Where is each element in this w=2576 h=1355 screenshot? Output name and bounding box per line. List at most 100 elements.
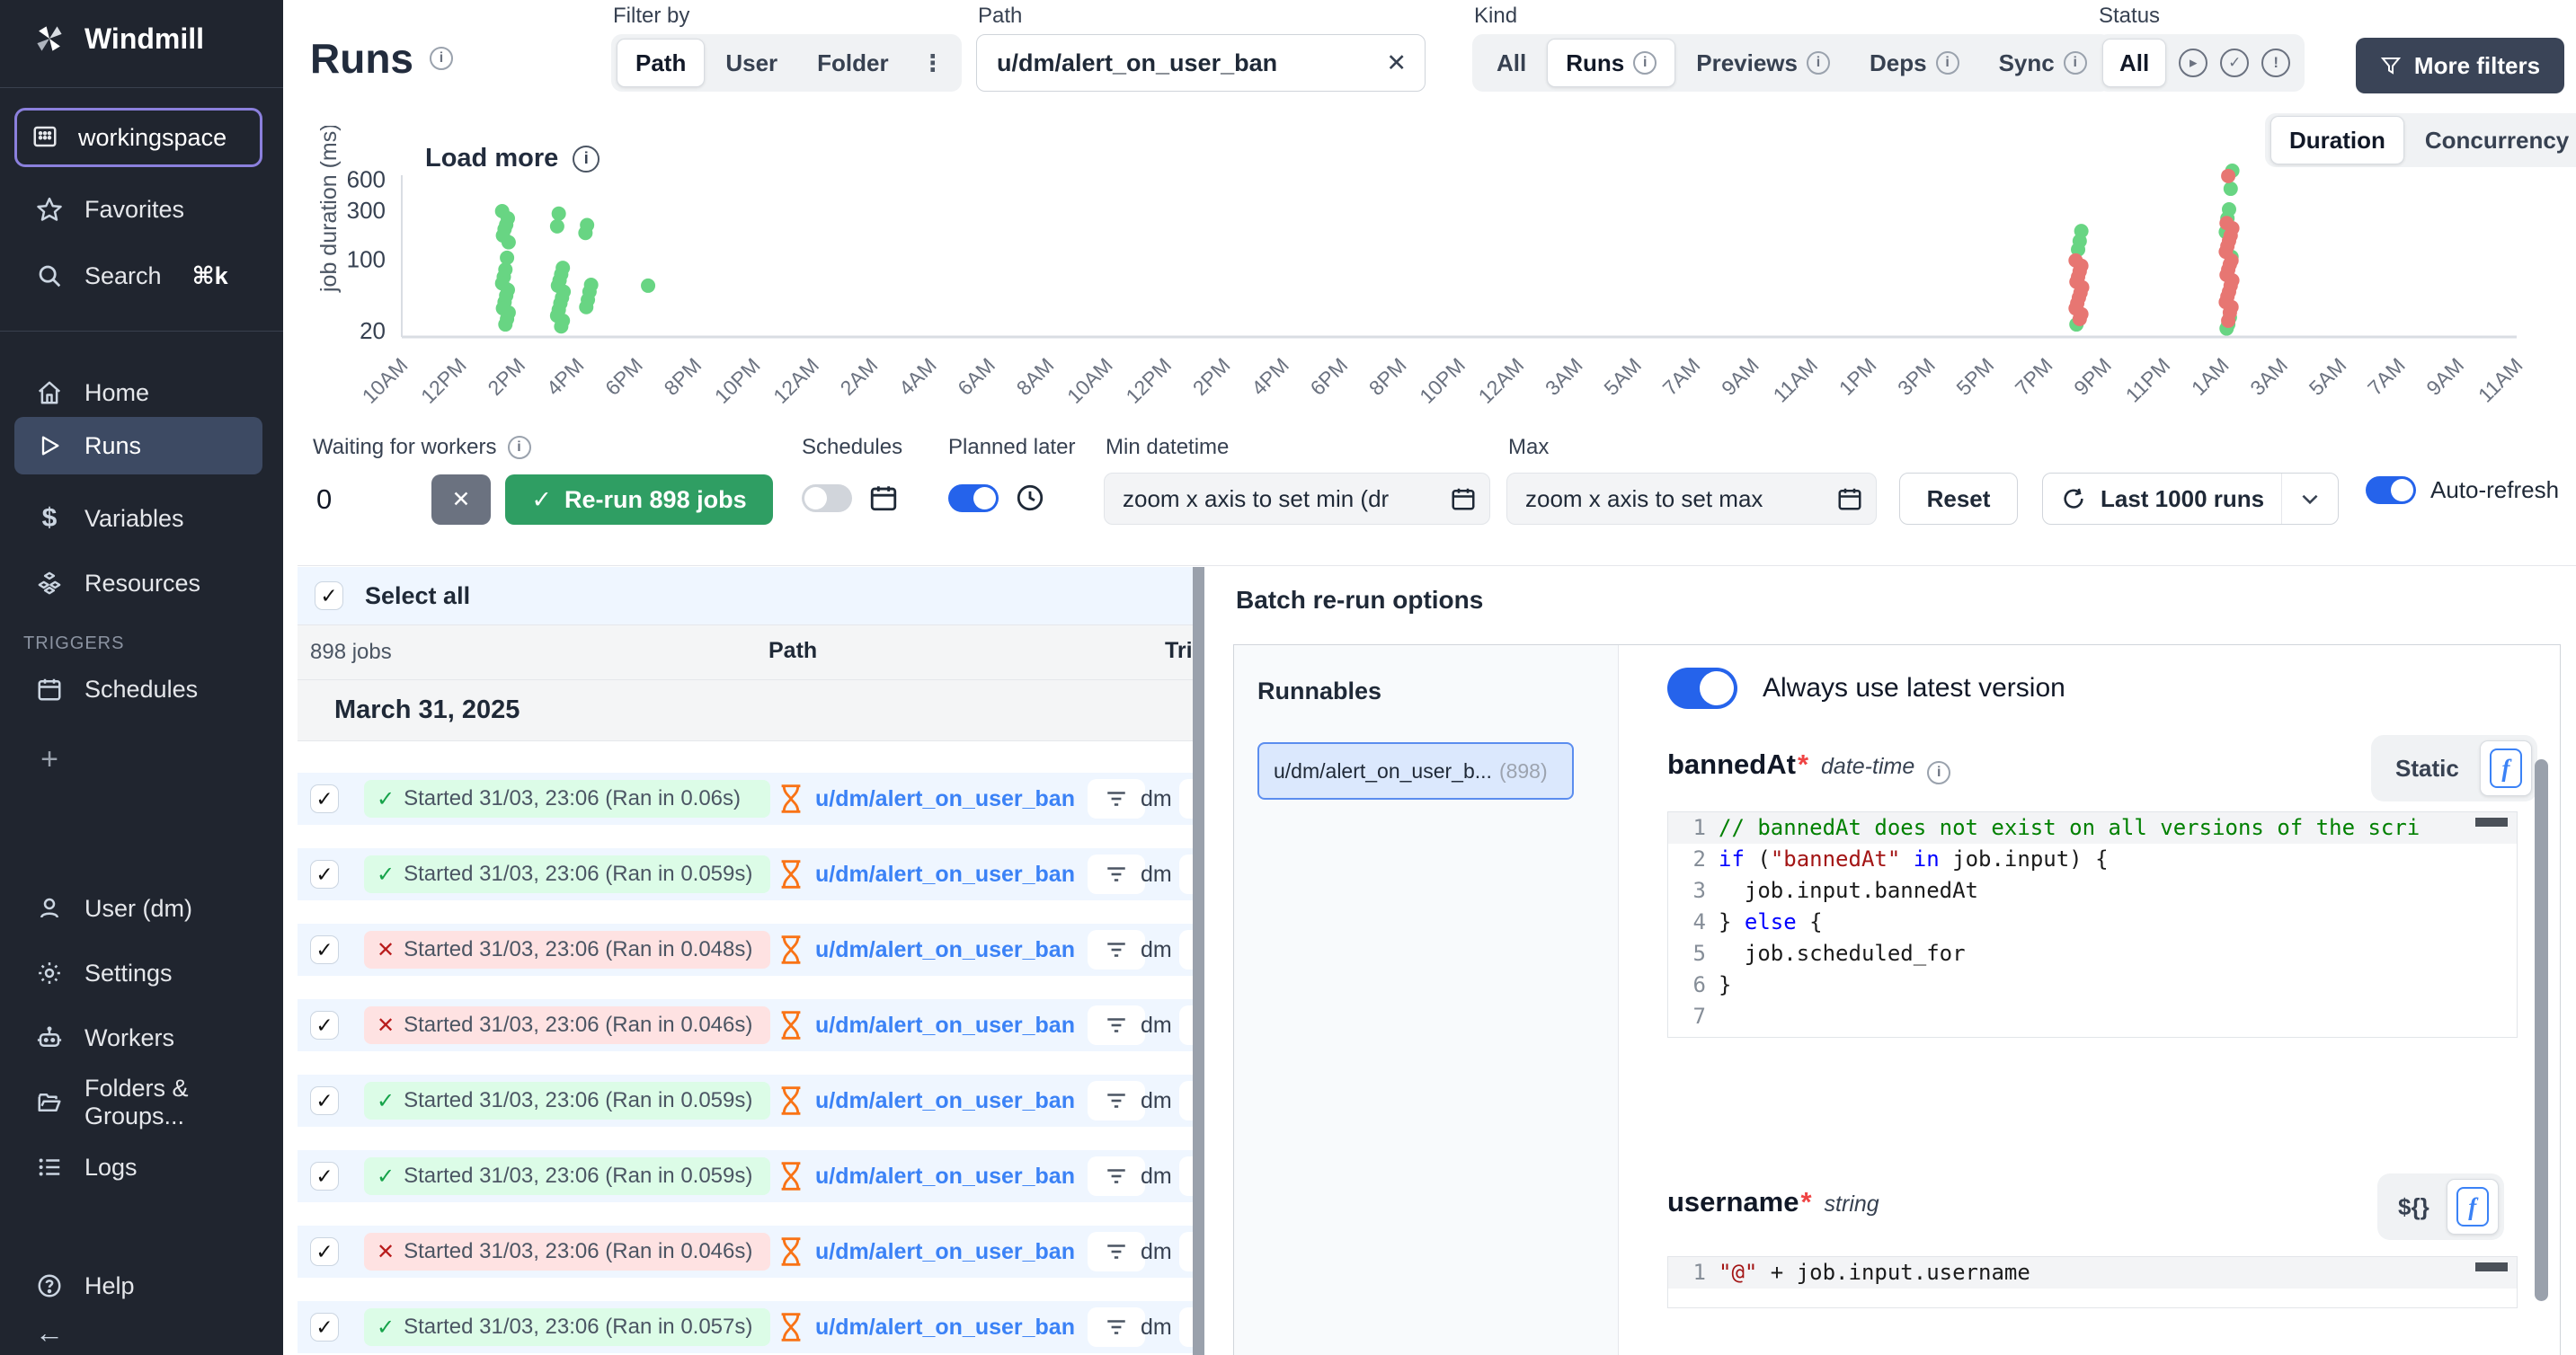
job-filter-button[interactable]	[1088, 1081, 1145, 1120]
batch-rerun-title: Batch re-run options	[1236, 586, 1483, 615]
kind-runs[interactable]: Runsi	[1547, 39, 1675, 87]
job-row[interactable]: ✓ ✓ Started 31/03, 23:06 (Ran in 0.059s)…	[298, 1150, 1193, 1202]
mode-javascript[interactable]: f	[2480, 740, 2532, 796]
more-filters-label: More filters	[2414, 52, 2540, 80]
panel-resize-divider[interactable]	[1193, 567, 1204, 1355]
sidebar-item-runs[interactable]	[14, 417, 262, 474]
runs-info-icon[interactable]: i	[430, 47, 453, 70]
svg-text:10AM: 10AM	[358, 353, 413, 408]
refresh-icon	[2061, 486, 2086, 511]
sidebar-item-settings[interactable]: Settings	[0, 951, 283, 996]
job-row[interactable]: ✓ ✓ Started 31/03, 23:06 (Ran in 0.059s)…	[298, 1075, 1193, 1127]
job-path-link[interactable]: u/dm/alert_on_user_ban	[815, 1239, 1075, 1265]
filter-by-path[interactable]: Path	[617, 39, 705, 87]
status-running-icon[interactable]: ▸	[2179, 49, 2207, 77]
job-path-link[interactable]: u/dm/alert_on_user_ban	[815, 862, 1075, 888]
sidebar-item-search[interactable]: Search ⌘k	[0, 253, 283, 298]
kind-previews[interactable]: Previewsi	[1677, 39, 1849, 87]
job-checkbox[interactable]: ✓	[310, 935, 339, 964]
job-checkbox[interactable]: ✓	[310, 1086, 339, 1115]
status-failure-icon[interactable]: !	[2261, 49, 2290, 77]
add-trigger-button[interactable]: +	[0, 737, 283, 782]
filter-by-user[interactable]: User	[706, 39, 796, 87]
kind-deps[interactable]: Depsi	[1851, 39, 1978, 87]
clock-icon	[1015, 483, 1045, 513]
runnable-item[interactable]: u/dm/alert_on_user_b... (898)	[1257, 742, 1574, 800]
sidebar-item-folders[interactable]: Folders & Groups...	[0, 1080, 283, 1125]
job-filter-button[interactable]	[1088, 779, 1145, 819]
list-header-row: 898 jobs Path Triggered by	[298, 624, 1193, 680]
schedules-toggle[interactable]	[802, 484, 852, 512]
clear-path-icon[interactable]: ✕	[1386, 49, 1407, 77]
job-filter-button[interactable]	[1088, 1232, 1145, 1271]
job-path-link[interactable]: u/dm/alert_on_user_ban	[815, 937, 1075, 963]
sidebar-item-help[interactable]: Help	[0, 1263, 283, 1308]
workspace-switcher[interactable]: workingspace	[14, 108, 262, 167]
job-filter-button[interactable]	[1088, 1307, 1145, 1347]
collapse-sidebar-button[interactable]: ←	[0, 1310, 283, 1355]
job-path-link[interactable]: u/dm/alert_on_user_ban	[815, 1013, 1075, 1039]
max-datetime-input[interactable]: zoom x axis to set max	[1506, 473, 1877, 525]
planned-later-toggle[interactable]	[948, 484, 999, 512]
sidebar-item-workers[interactable]: Workers	[0, 1015, 283, 1060]
app-logo[interactable]: Windmill	[0, 16, 283, 61]
job-filter-button[interactable]	[1088, 1005, 1145, 1045]
job-path-link[interactable]: u/dm/alert_on_user_ban	[815, 1164, 1075, 1190]
job-path-link[interactable]: u/dm/alert_on_user_ban	[815, 1315, 1075, 1341]
job-checkbox[interactable]: ✓	[310, 1162, 339, 1191]
filter-by-folder[interactable]: Folder	[798, 39, 907, 87]
cancel-selection-button[interactable]: ✕	[431, 474, 491, 525]
mode-static[interactable]: Static	[2376, 740, 2478, 796]
path-filter-input[interactable]: u/dm/alert_on_user_ban ✕	[976, 34, 1426, 92]
latest-version-toggle[interactable]	[1667, 668, 1737, 709]
job-filter-button[interactable]	[1088, 930, 1145, 970]
svg-text:12PM: 12PM	[1121, 353, 1176, 408]
chevron-down-icon[interactable]	[2298, 487, 2322, 510]
job-checkbox[interactable]: ✓	[310, 1237, 339, 1266]
job-row[interactable]: ✓ ✕ Started 31/03, 23:06 (Ran in 0.048s)…	[298, 924, 1193, 976]
min-calendar-icon[interactable]	[1450, 485, 1477, 512]
job-row[interactable]: ✓ ✕ Started 31/03, 23:06 (Ran in 0.046s)…	[298, 999, 1193, 1051]
job-row[interactable]: ✓ ✓ Started 31/03, 23:06 (Ran in 0.057s)…	[298, 1301, 1193, 1353]
sidebar-item-user[interactable]: User (dm)	[0, 886, 283, 931]
sidebar-item-favorites[interactable]: Favorites	[0, 187, 283, 232]
auto-refresh-toggle[interactable]	[2366, 476, 2416, 504]
job-checkbox[interactable]: ✓	[310, 860, 339, 889]
job-row[interactable]: ✓ ✕ Started 31/03, 23:06 (Ran in 0.046s)…	[298, 1226, 1193, 1278]
max-calendar-icon[interactable]	[1836, 485, 1863, 512]
sidebar-item-home[interactable]: Home	[0, 370, 283, 415]
job-checkbox[interactable]: ✓	[310, 1313, 339, 1342]
sidebar-item-logs[interactable]: Logs	[0, 1145, 283, 1190]
reset-button[interactable]: Reset	[1899, 473, 2018, 525]
job-checkbox[interactable]: ✓	[310, 1011, 339, 1040]
filter-by-more-kebab-icon[interactable]: ⋮	[910, 39, 956, 87]
svg-text:6PM: 6PM	[1305, 353, 1352, 400]
min-datetime-input[interactable]: zoom x axis to set min (dr	[1104, 473, 1490, 525]
kind-sync[interactable]: Synci	[1980, 39, 2106, 87]
mode-template[interactable]: ${}	[2383, 1179, 2445, 1235]
rerun-jobs-button[interactable]: ✓ Re-run 898 jobs	[505, 474, 773, 525]
select-all-checkbox[interactable]: ✓	[315, 581, 343, 610]
sidebar-item-schedules[interactable]: Schedules	[0, 667, 283, 712]
job-row[interactable]: ✓ ✓ Started 31/03, 23:06 (Ran in 0.059s)…	[298, 848, 1193, 900]
username-code-editor[interactable]: 1"@" + job.input.username	[1667, 1256, 2518, 1308]
job-path-link[interactable]: u/dm/alert_on_user_ban	[815, 1088, 1075, 1114]
job-checkbox[interactable]: ✓	[310, 784, 339, 813]
mode-javascript[interactable]: f	[2447, 1179, 2499, 1235]
status-all[interactable]: All	[2102, 39, 2166, 87]
job-path-link[interactable]: u/dm/alert_on_user_ban	[815, 786, 1075, 812]
sidebar-item-variables[interactable]: $ Variables	[0, 496, 283, 541]
job-row[interactable]: ✓ ✓ Started 31/03, 23:06 (Ran in 0.06s) …	[298, 773, 1193, 825]
last-runs-split-button[interactable]: Last 1000 runs	[2042, 473, 2339, 525]
svg-text:6PM: 6PM	[600, 353, 647, 400]
panel-scrollbar-thumb[interactable]	[2535, 759, 2548, 1301]
select-all-bar: ✓ Select all	[298, 567, 1193, 624]
job-filter-button[interactable]	[1088, 855, 1145, 894]
more-filters-button[interactable]: More filters	[2356, 38, 2564, 93]
job-filter-button[interactable]	[1088, 1156, 1145, 1196]
status-success-icon[interactable]: ✓	[2220, 49, 2249, 77]
kind-all[interactable]: All	[1478, 39, 1545, 87]
bannedat-code-editor[interactable]: 1// bannedAt does not exist on all versi…	[1667, 811, 2518, 1038]
sidebar-item-resources[interactable]: Resources	[0, 561, 283, 606]
runs-duration-chart[interactable]: job duration (ms)6003001002010AM12PM2PM4…	[306, 126, 2535, 436]
